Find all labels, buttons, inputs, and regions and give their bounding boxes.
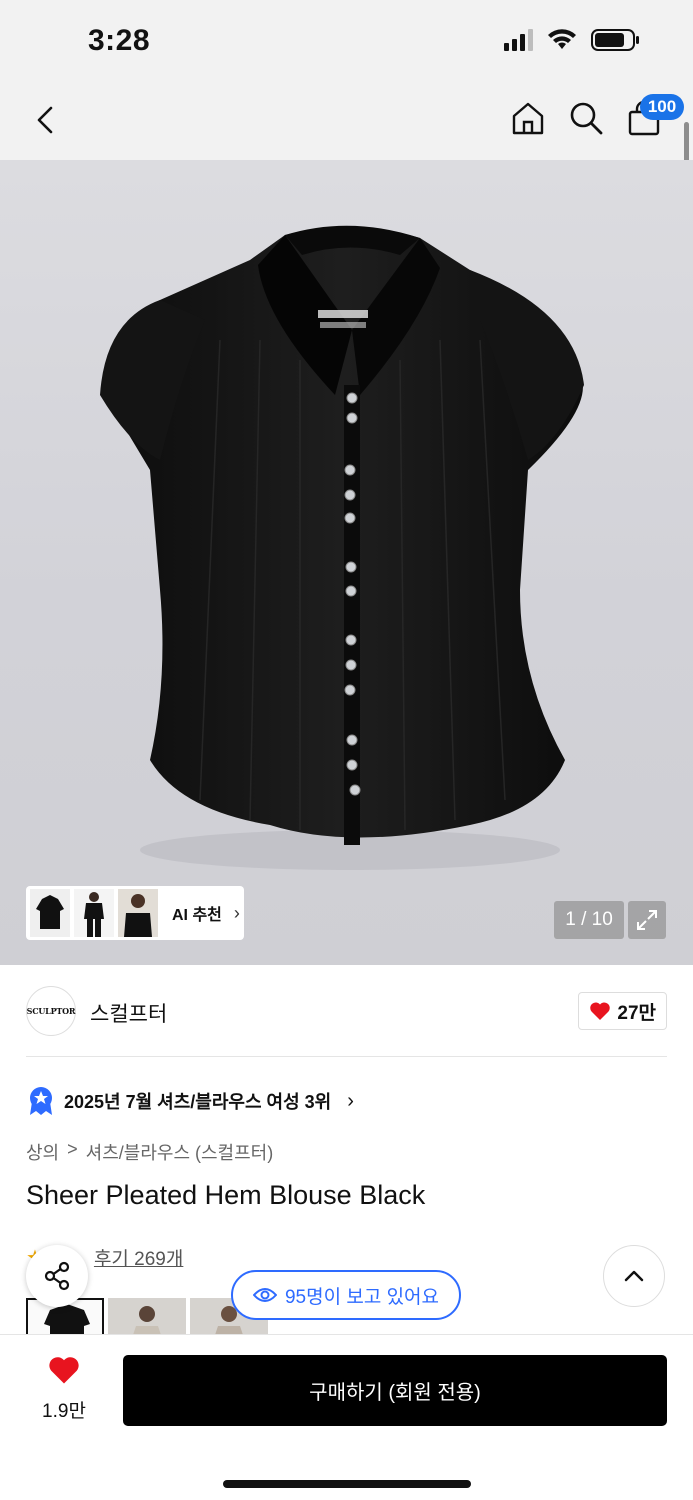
scroll-top-button[interactable]: [603, 1245, 665, 1307]
battery-icon: [591, 29, 639, 51]
breadcrumb-level2[interactable]: 셔츠/블라우스 (스컬프터): [86, 1139, 274, 1165]
chevron-right-icon: ›: [233, 902, 240, 923]
ai-recommend-label: AI 추천: [172, 907, 222, 924]
cellular-signal-icon: [504, 29, 533, 51]
divider: [26, 1056, 667, 1057]
favorite-count: 1.9만: [42, 1401, 86, 1422]
breadcrumb: 상의 > 셔츠/블라우스 (스컬프터): [26, 1139, 273, 1165]
viewers-pill: 95명이 보고 있어요: [231, 1270, 461, 1320]
search-icon[interactable]: [566, 98, 606, 138]
brand-like-count: 27만: [617, 1002, 656, 1024]
expand-icon[interactable]: [628, 901, 666, 939]
breadcrumb-separator: >: [67, 1139, 78, 1159]
ai-recommend-chip[interactable]: AI 추천 ›: [26, 886, 244, 940]
image-counter: 1 / 10: [554, 901, 624, 939]
review-link[interactable]: 후기 269개: [94, 1244, 183, 1271]
heart-icon: [49, 1357, 79, 1384]
chevron-right-icon: ›: [347, 1089, 354, 1112]
home-indicator: [223, 1480, 471, 1488]
cart-count-badge: 100: [640, 94, 684, 120]
status-time: 3:28: [88, 24, 151, 57]
bottom-purchase-bar: 1.9만 구매하기 (회원 전용): [0, 1334, 693, 1500]
brand-name[interactable]: 스컬프터: [90, 998, 167, 1028]
buy-button[interactable]: 구매하기 (회원 전용): [123, 1355, 667, 1426]
favorite-button[interactable]: 1.9만: [34, 1355, 94, 1423]
ranking-link[interactable]: 2025년 7월 셔츠/블라우스 여성 3위 ›: [28, 1086, 354, 1116]
share-button[interactable]: [26, 1245, 88, 1307]
eye-icon: [252, 1288, 277, 1302]
brand-row[interactable]: SCULPTOR 스컬프터 27만: [26, 986, 667, 1036]
wifi-icon: [548, 29, 576, 49]
status-icons: [504, 28, 641, 52]
status-bar: 3:28: [0, 0, 693, 82]
thumb-option[interactable]: [108, 1298, 186, 1334]
brand-logo[interactable]: SCULPTOR: [26, 986, 76, 1036]
chevron-up-icon: [624, 1270, 644, 1282]
brand-like-button[interactable]: 27만: [578, 992, 667, 1030]
rank-star-badge-icon: [30, 1087, 52, 1115]
heart-icon: [590, 1002, 611, 1020]
top-nav: 100: [0, 82, 693, 160]
ai-thumb-2: [74, 889, 114, 937]
home-icon[interactable]: [508, 98, 548, 138]
chevron-left-icon[interactable]: [26, 100, 66, 140]
breadcrumb-level1[interactable]: 상의: [26, 1139, 59, 1165]
product-image-gallery[interactable]: AI 추천 › 1 / 10: [0, 160, 693, 965]
share-icon: [44, 1261, 70, 1291]
ranking-text: 2025년 7월 셔츠/블라우스 여성 3위: [64, 1092, 332, 1112]
ai-thumb-3: [118, 889, 158, 937]
viewers-text: 95명이 보고 있어요: [284, 1286, 440, 1308]
ai-thumb-1: [30, 889, 70, 937]
product-photo: [100, 225, 584, 870]
product-title: Sheer Pleated Hem Blouse Black: [26, 1180, 426, 1210]
